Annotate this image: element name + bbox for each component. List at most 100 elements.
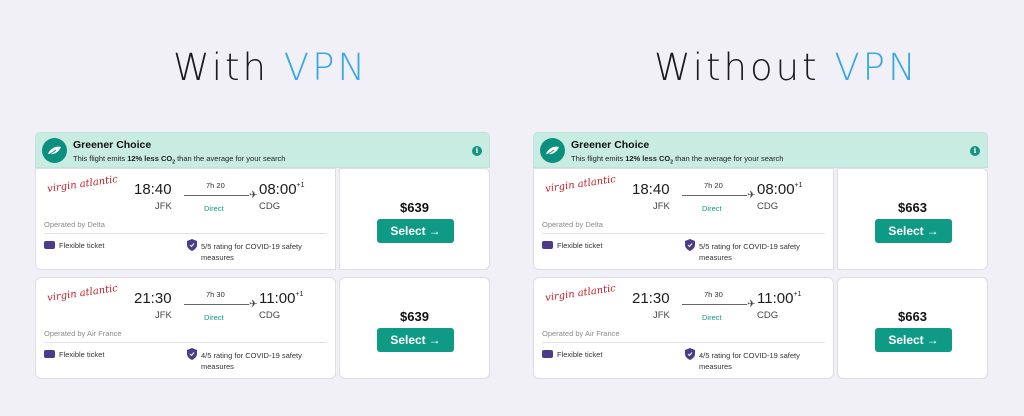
route-line xyxy=(184,304,249,305)
arrival-airport: CDG xyxy=(259,201,281,212)
info-icon[interactable]: i xyxy=(472,146,482,156)
divider xyxy=(44,342,327,343)
flight-card[interactable]: virgin atlantic 21:30 JFK 7h 30 ✈ Direct… xyxy=(35,277,336,379)
ticket-type: Flexible ticket xyxy=(59,350,105,359)
next-day-indicator: +1 xyxy=(794,182,803,189)
arrow-right-icon: → xyxy=(428,333,441,347)
departure-airport: JFK xyxy=(653,310,670,321)
results-panel-without-vpn: Greener Choice This flight emits 12% les… xyxy=(533,132,988,379)
arrival-airport: CDG xyxy=(757,201,779,212)
airline-logo: virgin atlantic xyxy=(544,283,617,304)
banner-subtitle: This flight emits 12% less CO2 than the … xyxy=(571,154,784,166)
covid-rating: 4/5 rating for COVID-19 safety measures xyxy=(699,351,800,371)
flight-row: virgin atlantic 18:40 JFK 7h 20 ✈ Direct… xyxy=(35,168,490,270)
flight-card[interactable]: virgin atlantic 21:30 JFK 7h 30 ✈ Direct… xyxy=(533,277,834,379)
next-day-indicator: +1 xyxy=(296,182,305,189)
ticket-icon xyxy=(44,350,55,358)
select-button[interactable]: Select → xyxy=(875,219,952,243)
flight-row: virgin atlantic 21:30 JFK 7h 30 ✈ Direct… xyxy=(35,277,490,379)
covid-rating: 5/5 rating for COVID-19 safety measures xyxy=(201,242,302,262)
price-card: $663 Select → xyxy=(837,168,988,270)
plane-icon: ✈ xyxy=(747,190,756,201)
shield-icon xyxy=(685,348,695,360)
price: $639 xyxy=(400,200,429,215)
price-card: $663 Select → xyxy=(837,277,988,379)
ticket-icon xyxy=(44,241,55,249)
flight-duration: 7h 30 xyxy=(206,290,225,299)
route-line xyxy=(184,195,249,196)
departure-time: 18:40 xyxy=(134,181,172,198)
results-panel-with-vpn: Greener Choice This flight emits 12% les… xyxy=(35,132,490,379)
banner-subtitle: This flight emits 12% less CO2 than the … xyxy=(73,154,286,166)
departure-airport: JFK xyxy=(155,310,172,321)
plane-icon: ✈ xyxy=(249,190,258,201)
flight-duration: 7h 20 xyxy=(206,181,225,190)
arrival-time: 08:00+1 xyxy=(259,181,305,198)
ticket-type: Flexible ticket xyxy=(59,241,105,250)
flight-card[interactable]: virgin atlantic 18:40 JFK 7h 20 ✈ Direct… xyxy=(533,168,834,270)
operated-by: Operated by Air France xyxy=(542,329,620,338)
info-icon[interactable]: i xyxy=(970,146,980,156)
airline-logo: virgin atlantic xyxy=(46,174,119,195)
covid-rating: 4/5 rating for COVID-19 safety measures xyxy=(201,351,302,371)
departure-time: 21:30 xyxy=(632,290,670,307)
stops-label: Direct xyxy=(702,204,722,213)
operated-by: Operated by Delta xyxy=(542,220,603,229)
airline-logo: virgin atlantic xyxy=(46,283,119,304)
route-line xyxy=(682,195,747,196)
select-button[interactable]: Select → xyxy=(875,328,952,352)
panel-title-without-vpn: Without VPN xyxy=(654,46,919,89)
price-card: $639 Select → xyxy=(339,277,490,379)
flight-row: virgin atlantic 18:40 JFK 7h 20 ✈ Direct… xyxy=(533,168,988,270)
arrival-airport: CDG xyxy=(757,310,779,321)
arrival-time: 11:00+1 xyxy=(259,290,304,307)
operated-by: Operated by Delta xyxy=(44,220,105,229)
operated-by: Operated by Air France xyxy=(44,329,122,338)
arrival-time: 08:00+1 xyxy=(757,181,803,198)
price-card: $639 Select → xyxy=(339,168,490,270)
flight-row: virgin atlantic 21:30 JFK 7h 30 ✈ Direct… xyxy=(533,277,988,379)
shield-icon xyxy=(685,239,695,251)
greener-choice-banner: Greener Choice This flight emits 12% les… xyxy=(35,132,490,168)
departure-airport: JFK xyxy=(155,201,172,212)
shield-icon xyxy=(187,239,197,251)
arrow-right-icon: → xyxy=(428,224,441,238)
flight-card[interactable]: virgin atlantic 18:40 JFK 7h 20 ✈ Direct… xyxy=(35,168,336,270)
arrival-time: 11:00+1 xyxy=(757,290,802,307)
covid-rating: 5/5 rating for COVID-19 safety measures xyxy=(699,242,800,262)
arrow-right-icon: → xyxy=(926,224,939,238)
flight-duration: 7h 30 xyxy=(704,290,723,299)
panel-title-with-vpn: With VPN xyxy=(173,46,368,89)
plane-icon: ✈ xyxy=(747,299,756,310)
select-button[interactable]: Select → xyxy=(377,328,454,352)
panel-title-prefix: Without xyxy=(654,46,835,89)
panel-title-accent: VPN xyxy=(834,46,919,89)
route-line xyxy=(682,304,747,305)
departure-time: 21:30 xyxy=(134,290,172,307)
banner-title: Greener Choice xyxy=(571,139,650,151)
stops-label: Direct xyxy=(702,313,722,322)
price: $639 xyxy=(400,309,429,324)
price: $663 xyxy=(898,200,927,215)
next-day-indicator: +1 xyxy=(793,291,802,298)
ticket-icon xyxy=(542,241,553,249)
arrival-airport: CDG xyxy=(259,310,281,321)
shield-icon xyxy=(187,348,197,360)
airline-logo: virgin atlantic xyxy=(544,174,617,195)
stops-label: Direct xyxy=(204,204,224,213)
divider xyxy=(44,233,327,234)
flight-duration: 7h 20 xyxy=(704,181,723,190)
divider xyxy=(542,342,825,343)
ticket-type: Flexible ticket xyxy=(557,350,603,359)
departure-airport: JFK xyxy=(653,201,670,212)
ticket-icon xyxy=(542,350,553,358)
banner-title: Greener Choice xyxy=(73,139,152,151)
plane-icon: ✈ xyxy=(249,299,258,310)
arrow-right-icon: → xyxy=(926,333,939,347)
leaf-icon xyxy=(540,138,565,163)
next-day-indicator: +1 xyxy=(295,291,304,298)
panel-title-accent: VPN xyxy=(283,46,369,89)
ticket-type: Flexible ticket xyxy=(557,241,603,250)
select-button[interactable]: Select → xyxy=(377,219,454,243)
greener-choice-banner: Greener Choice This flight emits 12% les… xyxy=(533,132,988,168)
